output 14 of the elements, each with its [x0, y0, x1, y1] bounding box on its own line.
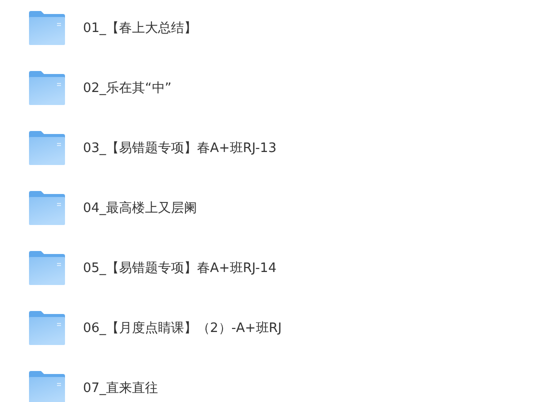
- folder-name[interactable]: 01_【春上大总结】: [83, 19, 198, 37]
- folder-name[interactable]: 03_【易错题专项】春A+班RJ-13: [83, 139, 276, 157]
- folder-name[interactable]: 05_【易错题专项】春A+班RJ-14: [83, 259, 276, 277]
- folder-name[interactable]: 06_【月度点睛课】（2）-A+班RJ: [83, 319, 282, 337]
- folder-icon: [29, 311, 65, 345]
- folder-icon: [29, 371, 65, 402]
- folder-name[interactable]: 02_乐在其“中”: [83, 79, 172, 97]
- folder-name[interactable]: 07_直来直往: [83, 379, 158, 397]
- folder-name[interactable]: 04_最高楼上又层阑: [83, 199, 198, 217]
- folder-icon: [29, 11, 65, 45]
- folder-icon: [29, 131, 65, 165]
- folder-icon: [29, 71, 65, 105]
- folder-icon: [29, 251, 65, 285]
- folder-icon: [29, 191, 65, 225]
